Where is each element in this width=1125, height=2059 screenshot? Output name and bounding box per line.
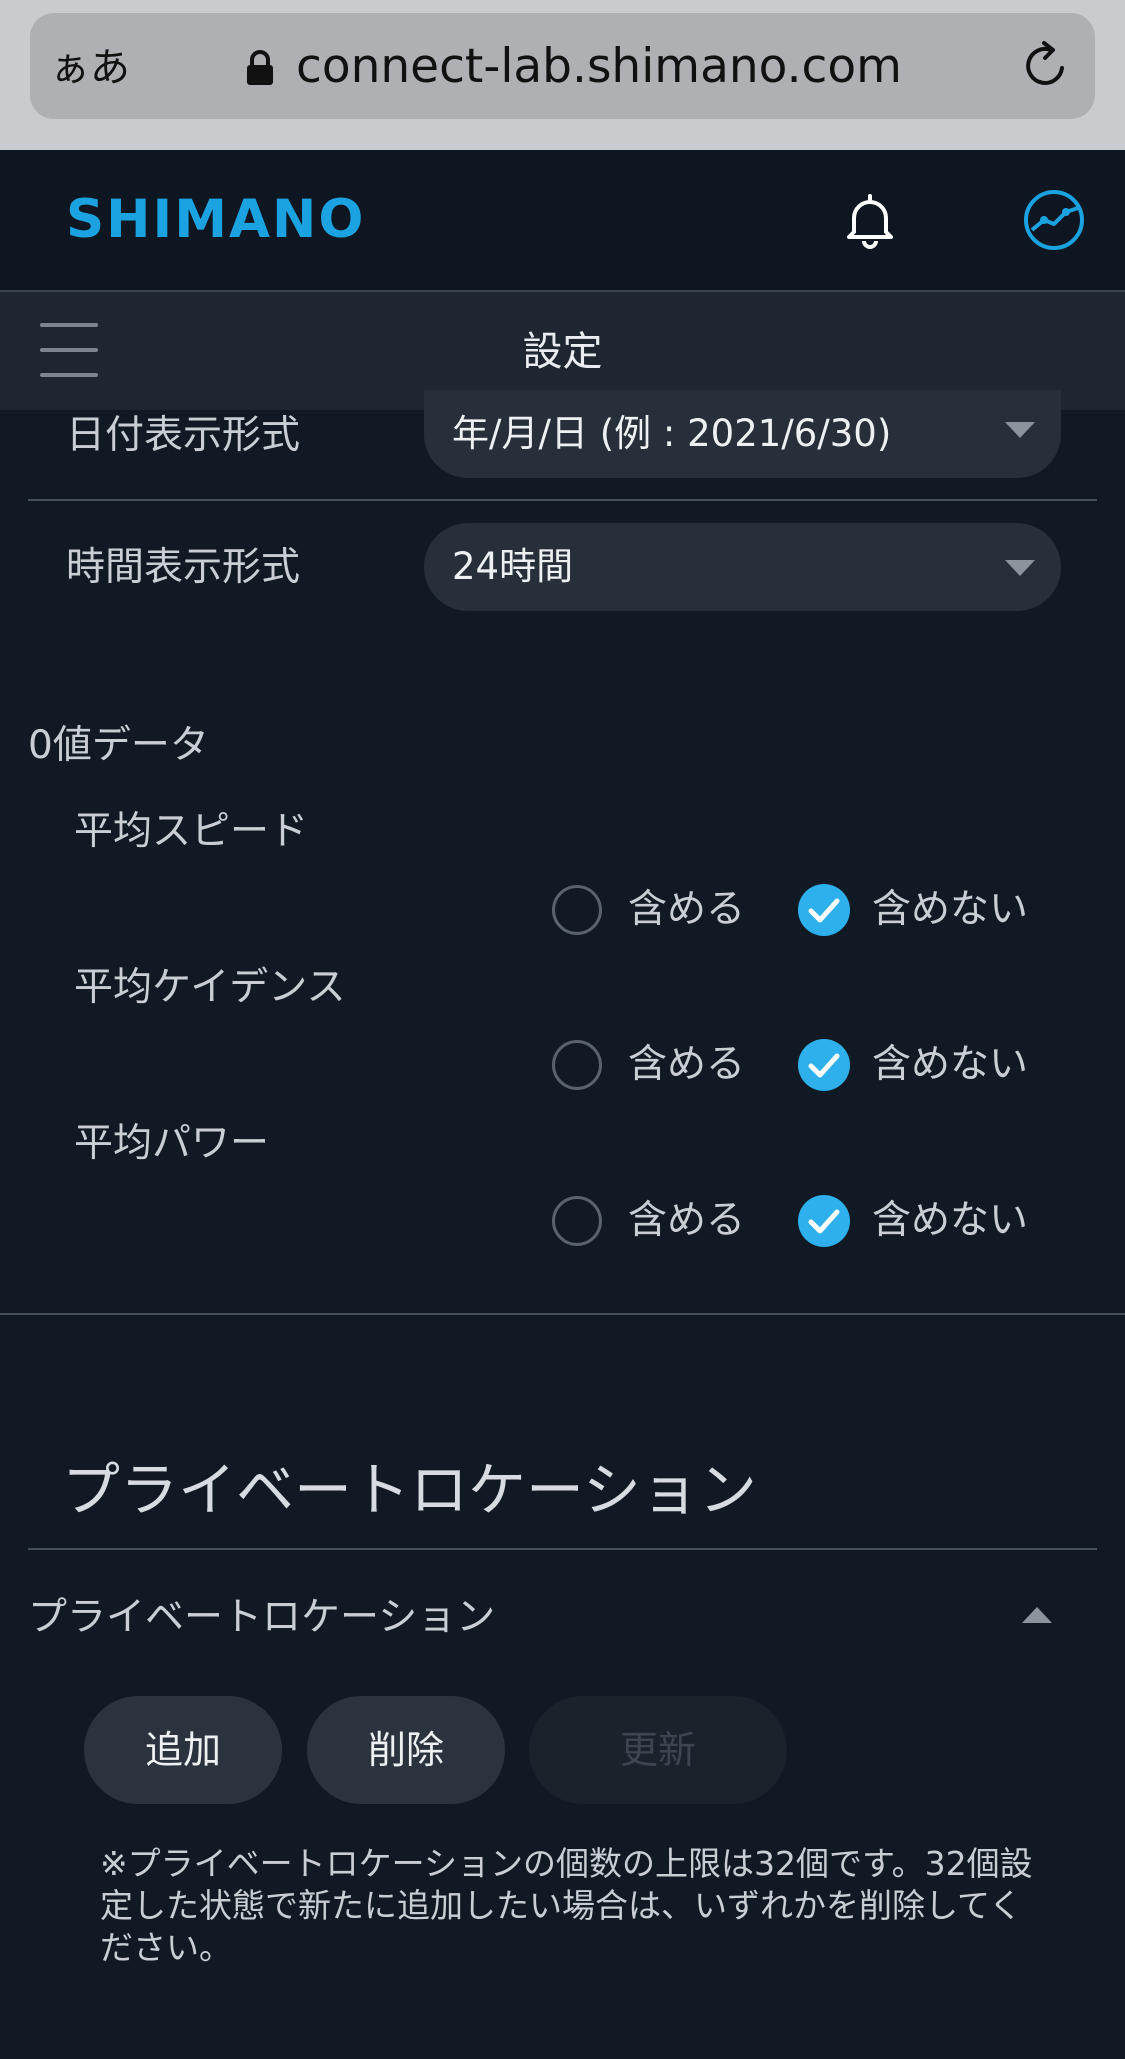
avg-power-label: 平均パワー <box>74 1121 270 1166</box>
avg-cadence-include-radio[interactable] <box>552 1040 602 1090</box>
avg-power-exclude-label[interactable]: 含めない <box>872 1195 1028 1247</box>
avg-speed-include-label[interactable]: 含める <box>628 884 745 936</box>
update-button: 更新 <box>529 1696 787 1804</box>
date-format-value: 年/月/日 (例 : 2021/6/30) <box>452 412 892 455</box>
delete-button[interactable]: 削除 <box>307 1696 505 1804</box>
date-format-select[interactable]: 年/月/日 (例 : 2021/6/30) <box>424 390 1061 478</box>
section-divider <box>0 1313 1125 1315</box>
avg-cadence-exclude-check-icon[interactable] <box>798 1039 850 1091</box>
page-title: 設定 <box>522 329 603 375</box>
url-text[interactable]: connect-lab.shimano.com <box>296 36 902 98</box>
date-format-label: 日付表示形式 <box>66 413 301 458</box>
bell-icon[interactable] <box>842 190 898 250</box>
avg-power-include-radio[interactable] <box>552 1196 602 1246</box>
time-format-value: 24時間 <box>452 545 574 588</box>
chevron-down-icon <box>1005 422 1035 438</box>
time-format-select[interactable]: 24時間 <box>424 523 1061 611</box>
avg-cadence-exclude-label[interactable]: 含めない <box>872 1039 1028 1091</box>
avg-cadence-label: 平均ケイデンス <box>74 965 346 1010</box>
avg-speed-exclude-label[interactable]: 含めない <box>872 884 1028 936</box>
avg-speed-label: 平均スピード <box>74 809 309 854</box>
section-title: プライベートロケーション <box>62 1456 757 1524</box>
chevron-up-icon[interactable] <box>1020 1605 1054 1625</box>
divider <box>28 499 1097 501</box>
limit-note: ※プライベートロケーションの個数の上限は32個です。32個設定した状態で新たに追… <box>100 1844 1033 1967</box>
add-button[interactable]: 追加 <box>84 1696 282 1804</box>
avg-cadence-include-label[interactable]: 含める <box>628 1039 745 1091</box>
zero-data-heading: 0値データ <box>28 723 209 768</box>
private-location-subheading[interactable]: プライベートロケーション <box>28 1592 495 1644</box>
time-format-label: 時間表示形式 <box>66 545 301 590</box>
activity-icon[interactable] <box>1022 188 1086 252</box>
divider <box>28 1548 1097 1550</box>
avg-speed-include-radio[interactable] <box>552 885 602 935</box>
text-size-button[interactable]: ぁあ <box>50 40 130 96</box>
chevron-down-icon <box>1005 560 1035 576</box>
avg-power-include-label[interactable]: 含める <box>628 1195 745 1247</box>
avg-power-exclude-check-icon[interactable] <box>798 1195 850 1247</box>
shimano-logo[interactable]: SHIMANO <box>66 188 365 252</box>
reload-icon[interactable] <box>1018 38 1074 94</box>
avg-speed-exclude-check-icon[interactable] <box>798 884 850 936</box>
lock-icon <box>247 50 273 85</box>
